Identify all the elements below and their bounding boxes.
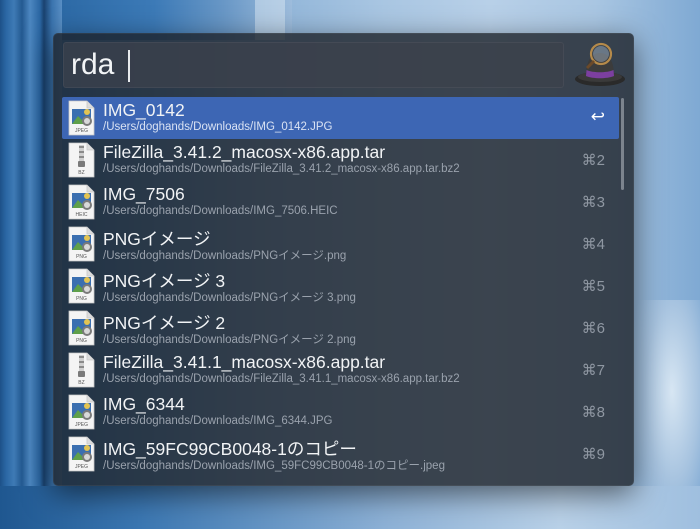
- zip-file-icon: BZ: [68, 352, 95, 388]
- result-row[interactable]: PNG PNGイメージ 3/Users/doghands/Downloads/PN…: [62, 265, 619, 307]
- results-scrollbar[interactable]: [621, 98, 624, 190]
- result-row[interactable]: JPEG IMG_59FC99CB0048-1のコピー/Users/doghand…: [62, 433, 619, 475]
- result-row[interactable]: JPEG IMG_6344/Users/doghands/Downloads/IM…: [62, 391, 619, 433]
- result-title: IMG_0142: [103, 100, 185, 120]
- svg-text:PNG: PNG: [76, 254, 87, 260]
- jpeg-file-icon: JPEG: [68, 100, 95, 136]
- shortcut-hint: ⌘4: [581, 236, 605, 253]
- svg-text:PNG: PNG: [76, 296, 87, 302]
- shortcut-hint: ⌘3: [581, 194, 605, 211]
- jpeg-file-icon: JPEG: [68, 436, 95, 472]
- svg-text:BZ: BZ: [78, 170, 84, 176]
- svg-text:PNG: PNG: [76, 338, 87, 344]
- result-path: /Users/doghands/Downloads/PNGイメージ 3.png: [103, 292, 356, 304]
- result-row[interactable]: HEIC IMG_7506/Users/doghands/Downloads/IM…: [62, 181, 619, 223]
- zip-file-icon: BZ: [68, 142, 95, 178]
- jpeg-file-icon: JPEG: [68, 394, 95, 430]
- result-path: /Users/doghands/Downloads/IMG_7506.HEIC: [103, 205, 338, 217]
- result-row[interactable]: PNG PNGイメージ/Users/doghands/Downloads/PNGイ…: [62, 223, 619, 265]
- result-path: /Users/doghands/Downloads/IMG_0142.JPG: [103, 121, 333, 133]
- search-field[interactable]: [63, 42, 564, 88]
- shortcut-hint: ⌘6: [581, 320, 605, 337]
- search-bar: [53, 33, 634, 95]
- heic-file-icon: HEIC: [68, 184, 95, 220]
- shortcut-hint: ⌘9: [581, 446, 605, 463]
- png-file-icon: PNG: [68, 268, 95, 304]
- results-list: JPEG IMG_0142/Users/doghands/Downloads/IM…: [62, 97, 619, 479]
- result-title: IMG_6344: [103, 394, 185, 414]
- return-key-hint: ↩: [590, 107, 605, 126]
- text-caret: [128, 50, 130, 82]
- svg-text:JPEG: JPEG: [75, 128, 88, 134]
- result-path: /Users/doghands/Downloads/IMG_59FC99CB00…: [103, 460, 445, 472]
- result-path: /Users/doghands/Downloads/FileZilla_3.41…: [103, 373, 460, 385]
- result-row[interactable]: PNG PNGイメージ 2/Users/doghands/Downloads/PN…: [62, 307, 619, 349]
- result-row[interactable]: JPEG IMG_0142/Users/doghands/Downloads/IM…: [62, 97, 619, 139]
- alfred-hat-icon[interactable]: [573, 39, 627, 89]
- alfred-launcher-window: JPEG IMG_0142/Users/doghands/Downloads/IM…: [53, 33, 634, 486]
- result-path: /Users/doghands/Downloads/PNGイメージ.png: [103, 250, 347, 262]
- shortcut-hint: ⌘8: [581, 404, 605, 421]
- result-title: FileZilla_3.41.1_macosx-x86.app.tar: [103, 352, 386, 372]
- result-path: /Users/doghands/Downloads/PNGイメージ 2.png: [103, 334, 356, 346]
- result-row[interactable]: BZ FileZilla_3.41.1_macosx-x86.app.tar/Us…: [62, 349, 619, 391]
- result-path: /Users/doghands/Downloads/FileZilla_3.41…: [103, 163, 460, 175]
- result-title: IMG_7506: [103, 184, 185, 204]
- result-path: /Users/doghands/Downloads/IMG_6344.JPG: [103, 415, 333, 427]
- result-row[interactable]: BZ FileZilla_3.41.2_macosx-x86.app.tar/Us…: [62, 139, 619, 181]
- svg-text:JPEG: JPEG: [75, 422, 88, 428]
- shortcut-hint: ⌘5: [581, 278, 605, 295]
- png-file-icon: PNG: [68, 310, 95, 346]
- svg-text:JPEG: JPEG: [75, 464, 88, 470]
- search-input[interactable]: [71, 44, 131, 86]
- png-file-icon: PNG: [68, 226, 95, 262]
- shortcut-hint: ⌘2: [581, 152, 605, 169]
- svg-text:HEIC: HEIC: [76, 212, 88, 218]
- shortcut-hint: ⌘7: [581, 362, 605, 379]
- result-title: FileZilla_3.41.2_macosx-x86.app.tar: [103, 142, 386, 162]
- svg-text:BZ: BZ: [78, 380, 84, 386]
